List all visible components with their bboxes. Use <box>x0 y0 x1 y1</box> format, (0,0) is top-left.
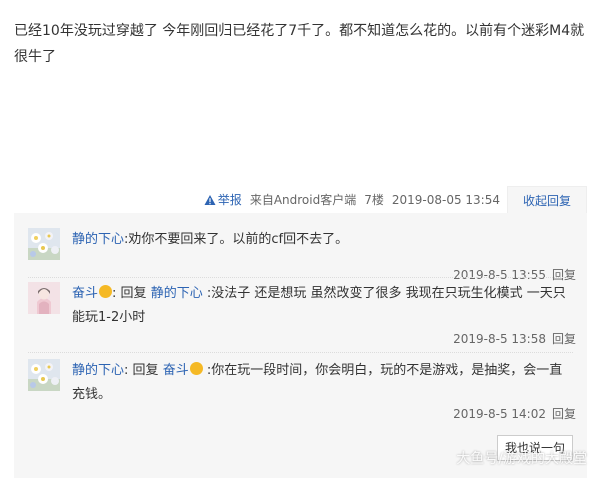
post-floor: 7楼 <box>364 193 384 207</box>
avatar-pink[interactable] <box>28 282 60 314</box>
reply-divider <box>28 277 573 278</box>
watermark: 大鱼号/游戏的大殿堂 <box>456 451 587 467</box>
reply-section: 静的下心:劝你不要回来了。以前的cf回不去了。 2019-8-5 13:55 回复… <box>14 213 587 478</box>
reply-button[interactable]: 回复 <box>552 407 576 421</box>
post-content: 已经10年没玩过穿越了 今年刚回归已经花了7千了。都不知道怎么花的。以前有个迷彩… <box>14 23 585 65</box>
reply-username[interactable]: 静的下心 <box>72 363 124 378</box>
collapse-replies-button[interactable]: 收起回复 <box>507 186 587 214</box>
post-datetime: 2019-08-05 13:54 <box>391 192 500 207</box>
reply-time: 2019-8-5 14:02 <box>453 407 546 421</box>
reply-time: 2019-8-5 13:58 <box>453 332 546 346</box>
post-source: 来自Android客户端 <box>249 193 357 207</box>
reply-text: 静的下心: 回复 奋斗 :你在玩一段时间，你会明白，玩的不是游戏，是抽奖，会一直… <box>72 359 572 407</box>
reply-text: 奋斗: 回复 静的下心 :没法子 还是想玩 虽然改变了很多 我现在只玩生化模式 … <box>72 282 572 330</box>
reply-button[interactable]: 回复 <box>552 268 576 282</box>
reply-target-user[interactable]: 静的下心 <box>151 286 203 301</box>
reply-meta: 2019-8-5 13:55 回复 <box>453 266 576 283</box>
post-meta-bar: 举报 来自Android客户端 7楼 2019-08-05 13:54 收起回复 <box>0 186 597 214</box>
reply-content: 劝你不要回来了。以前的cf回不去了。 <box>128 232 349 247</box>
reply-word: 回复 <box>132 363 159 378</box>
avatar-flowers[interactable] <box>28 228 60 260</box>
reply-username[interactable]: 奋斗 <box>72 286 98 301</box>
reply-divider <box>28 352 573 353</box>
reply-colon: : <box>124 363 129 378</box>
reply-meta: 2019-8-5 14:02 回复 <box>453 405 576 422</box>
reply-target-user[interactable]: 奋斗 <box>163 363 189 378</box>
avatar-flowers[interactable] <box>28 359 60 391</box>
reply-text: 静的下心:劝你不要回来了。以前的cf回不去了。 <box>72 228 572 252</box>
smile-emoji <box>189 362 203 375</box>
reply-button[interactable]: 回复 <box>552 332 576 346</box>
reply-meta: 2019-8-5 13:58 回复 <box>453 330 576 347</box>
smile-emoji <box>99 285 113 298</box>
post-meta-info: 举报 来自Android客户端 7楼 2019-08-05 13:54 <box>204 191 500 208</box>
warning-icon <box>204 194 216 205</box>
reply-word: 回复 <box>120 286 147 301</box>
reply-colon: : <box>112 286 117 301</box>
reply-username[interactable]: 静的下心 <box>72 232 124 247</box>
reply-content: 没法子 还是想玩 虽然改变了很多 我现在只玩生化模式 一天只能玩1-2小时 <box>72 286 566 325</box>
report-link[interactable]: 举报 <box>204 191 242 208</box>
reply-time: 2019-8-5 13:55 <box>453 268 546 282</box>
report-label: 举报 <box>217 193 242 207</box>
